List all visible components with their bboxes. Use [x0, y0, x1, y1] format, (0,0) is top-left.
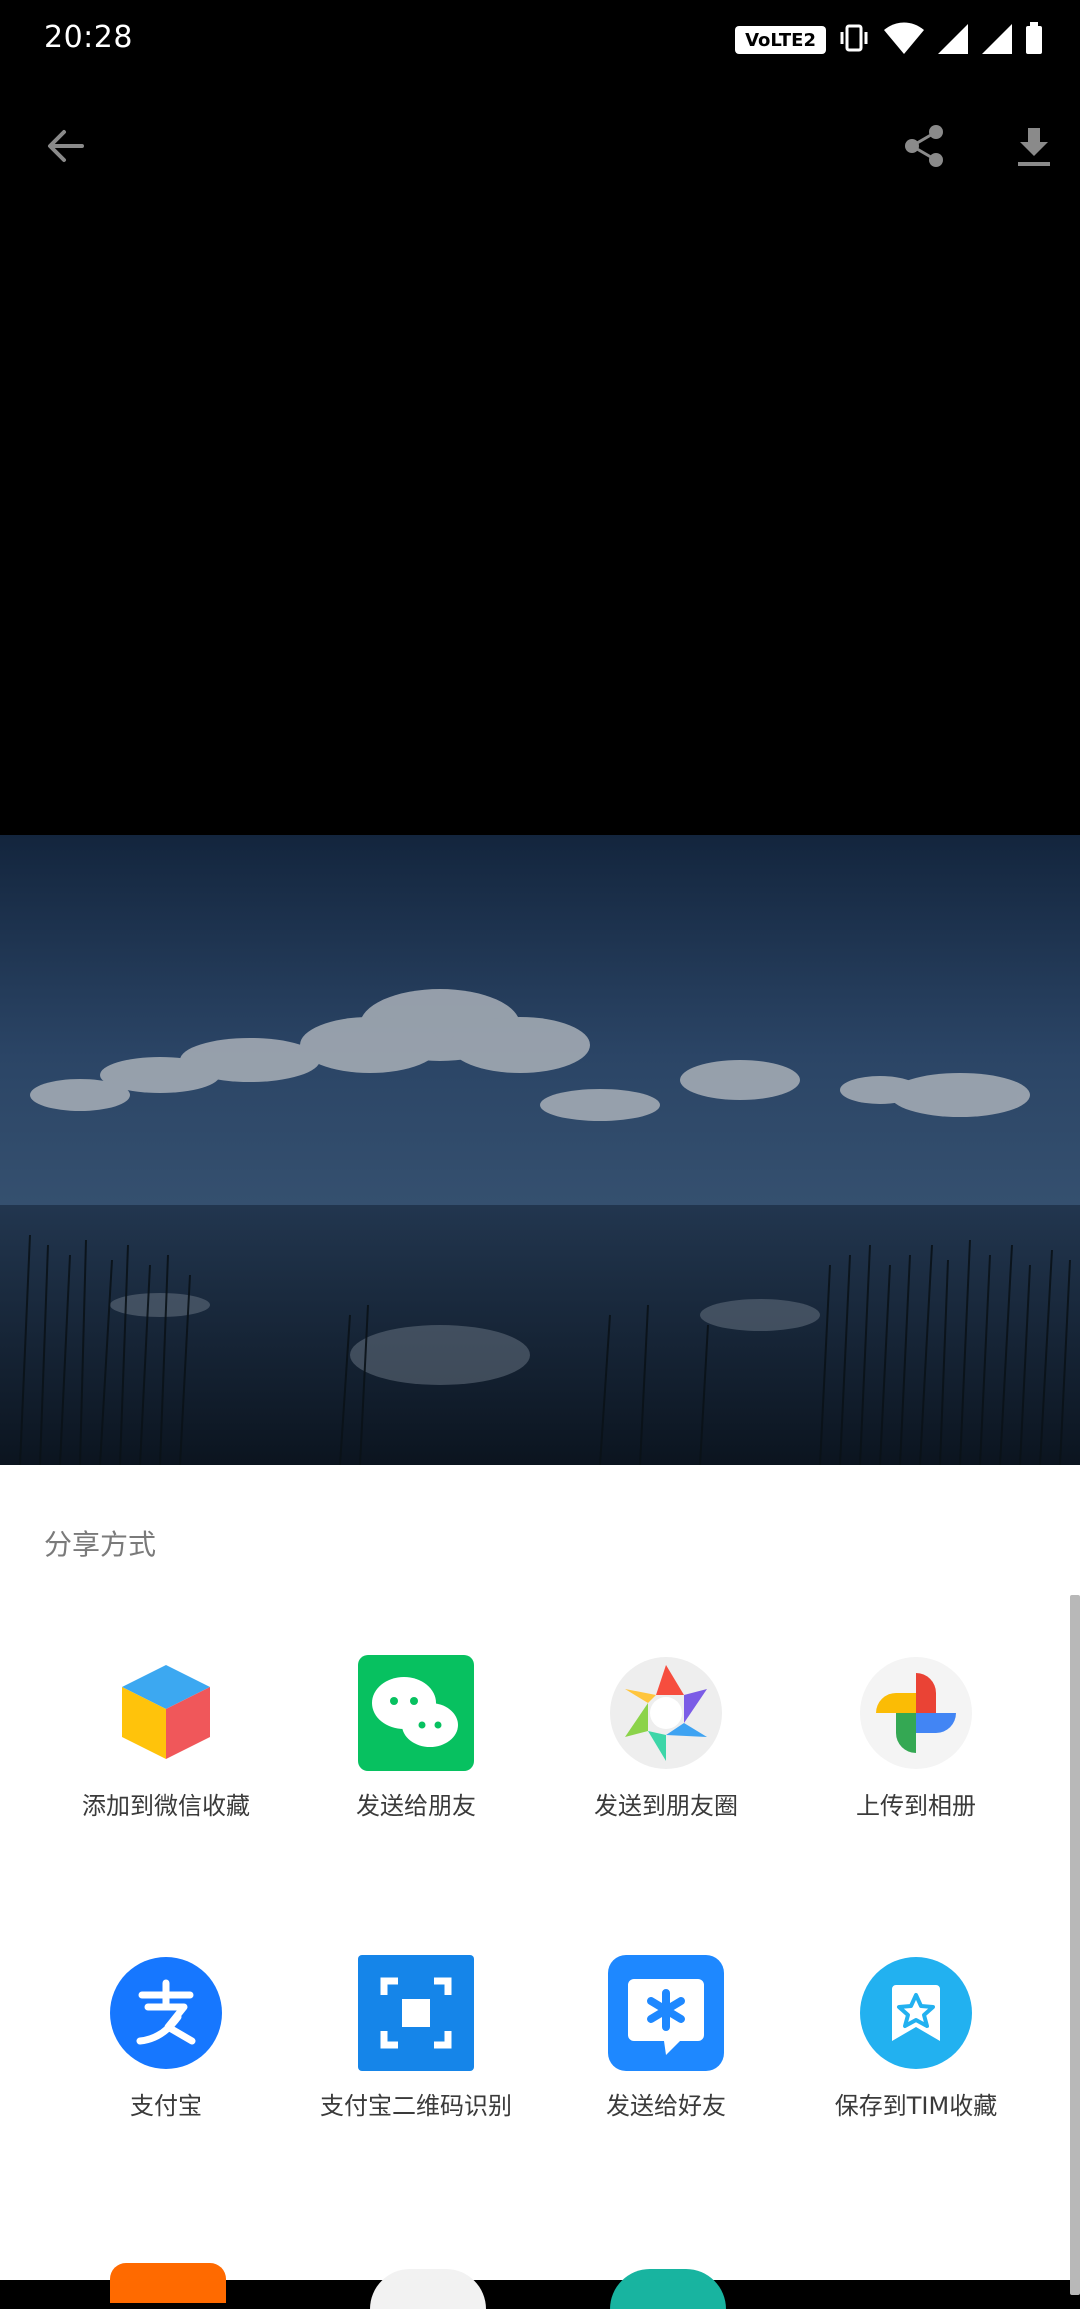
- share-option-save-tim-favorites[interactable]: 保存到TIM收藏: [806, 1955, 1026, 2121]
- share-option-partial[interactable]: [370, 2269, 486, 2309]
- share-option-send-to-friend[interactable]: 发送给朋友: [306, 1655, 526, 1821]
- share-button[interactable]: [888, 110, 960, 182]
- wechat-favorites-icon: [108, 1655, 224, 1771]
- alipay-icon: [108, 1955, 224, 2071]
- share-option-label: 支付宝二维码识别: [320, 2092, 512, 2120]
- share-option-alipay[interactable]: 支付宝: [56, 1955, 276, 2121]
- share-option-moments[interactable]: 发送到朋友圈: [556, 1655, 776, 1821]
- share-option-upload-album[interactable]: 上传到相册: [806, 1655, 1026, 1821]
- wechat-icon: [358, 1655, 474, 1771]
- download-icon: [1018, 128, 1050, 166]
- share-option-label: 保存到TIM收藏: [834, 2092, 998, 2120]
- network-badge: VoLTE2: [735, 26, 826, 54]
- tim-chat-icon: [608, 1955, 724, 2071]
- status-time: 20:28: [44, 20, 133, 55]
- image-viewer-toolbar: [0, 100, 1080, 192]
- share-option-partial[interactable]: [110, 2263, 226, 2303]
- share-option-send-to-buddy[interactable]: 发送给好友: [556, 1955, 776, 2121]
- wifi-icon: [882, 20, 926, 60]
- share-options-next-row: [0, 2263, 1080, 2309]
- moments-icon: [608, 1655, 724, 1771]
- share-option-label: 添加到微信收藏: [82, 1792, 250, 1820]
- download-button[interactable]: [998, 110, 1070, 182]
- share-option-wechat-favorites[interactable]: 添加到微信收藏: [56, 1655, 276, 1821]
- back-arrow-icon: [48, 130, 84, 162]
- signal-icon: [980, 20, 1014, 60]
- share-sheet: 分享方式 添加到微信收藏 发送给朋友 发送到朋友圈 上传到相册 支付宝 支付宝二…: [0, 1465, 1080, 2309]
- tim-favorites-icon: [858, 1955, 974, 2071]
- signal-icon: [936, 20, 970, 60]
- share-option-label: 上传到相册: [856, 1792, 976, 1820]
- share-option-label: 发送到朋友圈: [594, 1792, 738, 1820]
- battery-icon: [1024, 20, 1044, 60]
- share-option-label: 发送给好友: [606, 2092, 726, 2120]
- share-option-alipay-qr-scan[interactable]: 支付宝二维码识别: [306, 1955, 526, 2121]
- back-button[interactable]: [30, 110, 102, 182]
- alipay-scan-icon: [358, 1955, 474, 2071]
- sheet-title: 分享方式: [44, 1528, 157, 1561]
- share-option-partial[interactable]: [610, 2269, 726, 2309]
- scrollbar[interactable]: [1070, 1595, 1080, 2295]
- shared-photo: [0, 835, 1080, 1465]
- share-icon: [905, 125, 943, 167]
- share-option-label: 发送给朋友: [356, 1792, 476, 1820]
- status-bar: 20:28 VoLTE2: [0, 0, 1080, 80]
- vibrate-icon: [836, 20, 872, 60]
- share-option-label: 支付宝: [130, 2092, 202, 2120]
- google-photos-icon: [858, 1655, 974, 1771]
- photo-scene: [0, 835, 1080, 1465]
- status-icons: VoLTE2: [735, 18, 1044, 62]
